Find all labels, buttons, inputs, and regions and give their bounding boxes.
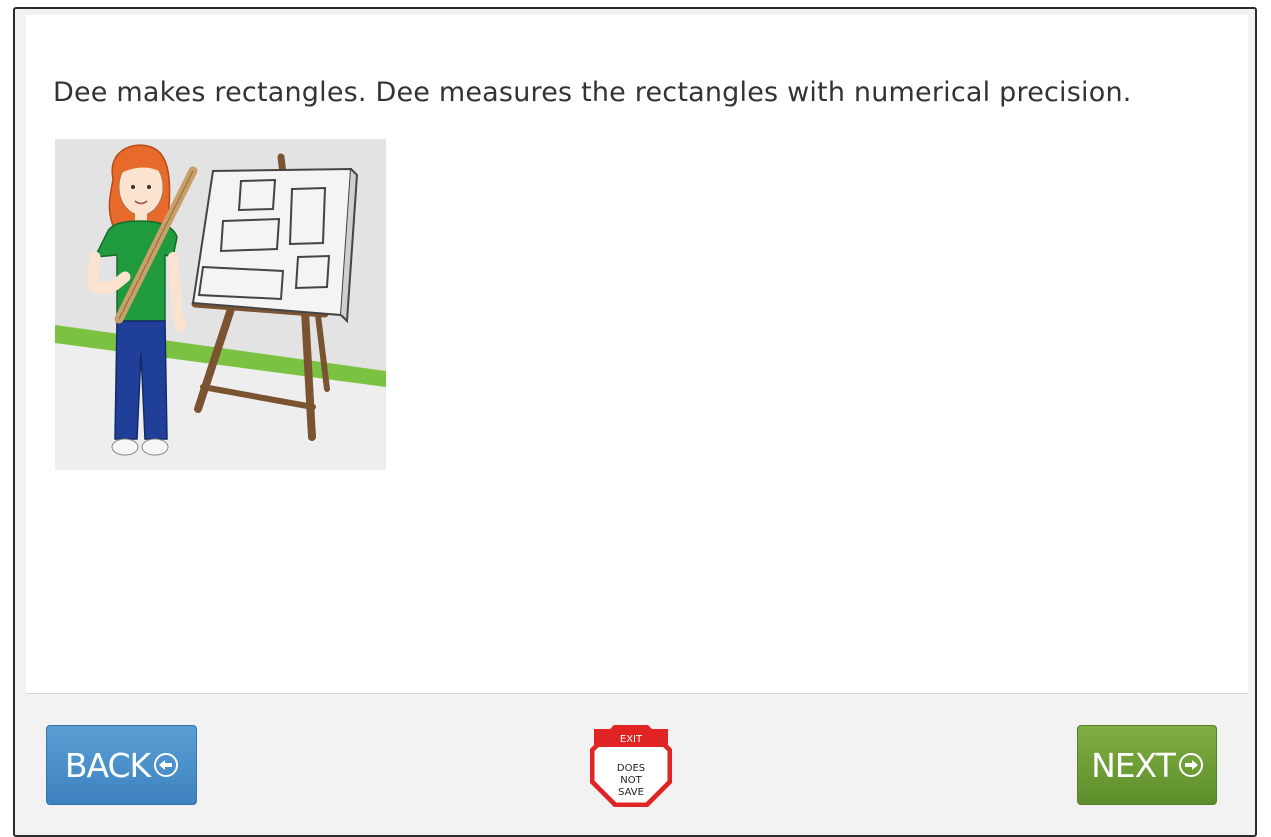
arrow-right-circle-icon (1178, 753, 1203, 777)
exit-line-2: NOT (620, 775, 642, 786)
next-button[interactable]: NEXT (1077, 725, 1217, 805)
arrow-left-circle-icon (154, 753, 179, 777)
back-label: BACK (64, 745, 151, 785)
girl-easel-illustration (55, 139, 386, 470)
exit-line-1: DOES (617, 763, 645, 774)
content-panel: Dee makes rectangles. Dee measures the r… (26, 15, 1248, 694)
easel-board (191, 167, 353, 317)
back-button[interactable]: BACK (46, 725, 197, 805)
exit-label: EXIT (620, 734, 643, 745)
activity-frame: Dee makes rectangles. Dee measures the r… (13, 7, 1257, 837)
exit-does-not-save-button[interactable]: EXIT DOES NOT SAVE (589, 724, 673, 808)
prompt-sentence: Dee makes rectangles. Dee measures the r… (53, 77, 1132, 108)
stop-sign-icon: EXIT DOES NOT SAVE (590, 725, 672, 807)
next-label: NEXT (1091, 745, 1176, 785)
exit-line-3: SAVE (618, 787, 644, 798)
